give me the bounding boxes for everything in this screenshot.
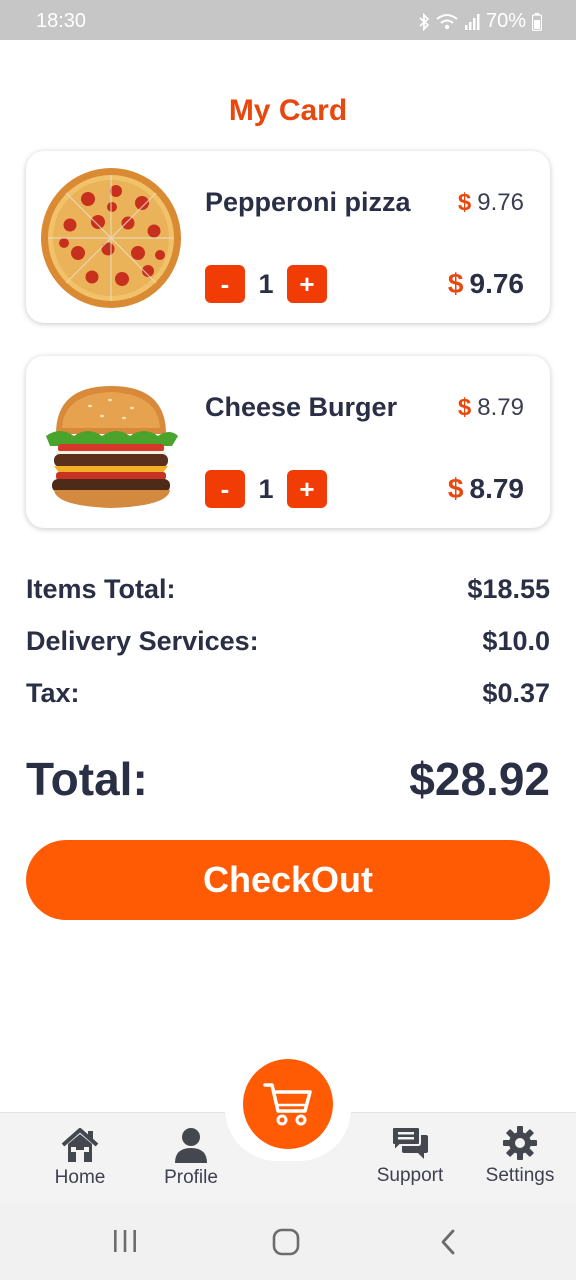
quantity-value: 1: [258, 268, 274, 299]
quantity-stepper: - 1 +: [205, 470, 327, 508]
checkout-button[interactable]: CheckOut: [26, 840, 550, 920]
status-bar: 18:30 70%: [0, 0, 576, 40]
cart-button[interactable]: [243, 1059, 333, 1149]
back-icon[interactable]: [438, 1228, 458, 1256]
decrease-quantity-button[interactable]: -: [205, 470, 245, 508]
decrease-quantity-button[interactable]: -: [205, 265, 245, 303]
unit-price-value: 9.76: [477, 189, 524, 216]
line-total: $9.76: [448, 268, 524, 300]
nav-item-support[interactable]: Support: [360, 1125, 460, 1187]
unit-price-value: 8.79: [477, 394, 524, 421]
nav-item-profile[interactable]: Profile: [141, 1127, 241, 1189]
tax-label: Tax:: [26, 678, 80, 708]
currency-symbol: $: [457, 189, 472, 216]
nav-label-settings: Settings: [485, 1165, 555, 1186]
gear-icon: [503, 1126, 537, 1160]
nav-label-home: Home: [54, 1167, 106, 1188]
currency-symbol: $: [457, 394, 472, 421]
page-title: My Card: [228, 94, 348, 127]
quantity-stepper: - 1 +: [205, 265, 327, 303]
item-name: Cheese Burger: [205, 392, 398, 422]
cart-icon: [263, 1083, 312, 1126]
nav-label-support: Support: [376, 1165, 444, 1186]
status-icons: 70%: [418, 10, 542, 33]
delivery-row: Delivery Services: $10.0: [26, 626, 550, 657]
item-name: Pepperoni pizza: [205, 187, 411, 217]
system-nav-bar: [0, 1204, 576, 1280]
cart-item: Pepperoni pizza $9.76 - 1 + $9.76: [26, 151, 550, 323]
home-icon: [61, 1128, 99, 1162]
items-total-value: $18.55: [467, 574, 550, 604]
bluetooth-icon: [419, 12, 430, 31]
wifi-icon: [436, 13, 458, 29]
tax-row: Tax: $0.37: [26, 678, 550, 709]
tax-value: $0.37: [482, 678, 550, 708]
recent-apps-icon[interactable]: [112, 1228, 138, 1254]
currency-symbol: $: [447, 473, 464, 504]
increase-quantity-button[interactable]: +: [287, 470, 327, 508]
quantity-value: 1: [258, 473, 274, 504]
increase-quantity-button[interactable]: +: [287, 265, 327, 303]
items-total-label: Items Total:: [26, 574, 176, 604]
person-icon: [175, 1128, 207, 1163]
status-time: 18:30: [36, 10, 87, 32]
currency-symbol: $: [447, 268, 464, 299]
battery-percent: 70%: [485, 10, 526, 32]
total-label: Total:: [26, 753, 148, 805]
unit-price: $8.79: [458, 394, 524, 422]
delivery-label: Delivery Services:: [26, 626, 259, 656]
nav-label-profile: Profile: [164, 1167, 218, 1188]
chat-icon: [391, 1126, 428, 1159]
nav-item-home[interactable]: Home: [30, 1127, 130, 1189]
delivery-value: $10.0: [482, 626, 550, 656]
items-total-row: Items Total: $18.55: [26, 574, 550, 605]
cheese-burger-image: [46, 386, 178, 508]
nav-item-settings[interactable]: Settings: [470, 1125, 570, 1187]
total-row: Total: $28.92: [26, 752, 550, 806]
total-value: $28.92: [409, 753, 550, 805]
battery-icon: [532, 12, 542, 31]
unit-price: $9.76: [458, 189, 524, 217]
signal-icon: [464, 13, 480, 30]
line-total-value: 8.79: [469, 473, 525, 504]
home-button-icon[interactable]: [272, 1228, 300, 1256]
cart-item: Cheese Burger $8.79 - 1 + $8.79: [26, 356, 550, 528]
line-total: $8.79: [448, 473, 524, 505]
line-total-value: 9.76: [469, 268, 525, 299]
pepperoni-pizza-image: [41, 168, 181, 308]
